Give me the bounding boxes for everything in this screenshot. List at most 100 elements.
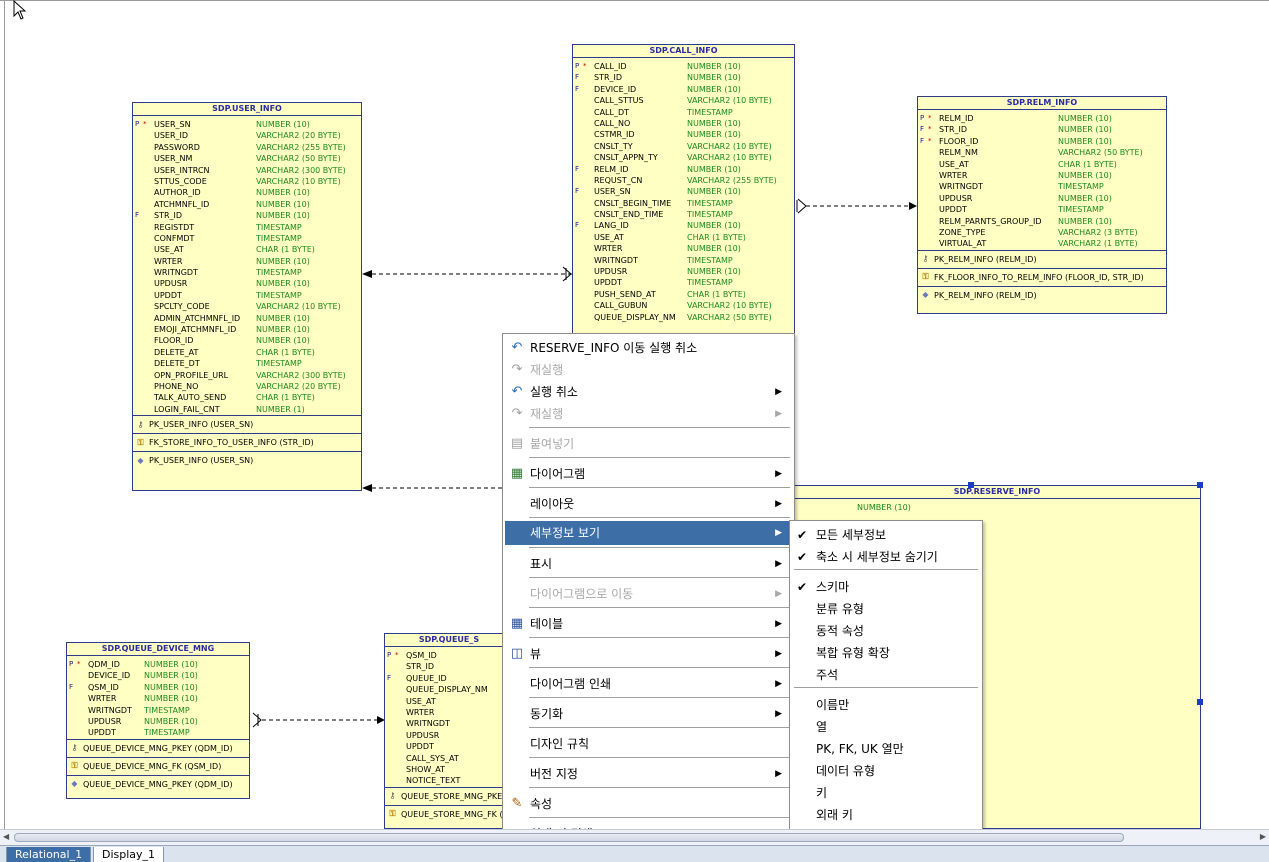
column-row[interactable]: DELETE_DT TIMESTAMP xyxy=(133,358,361,369)
column-row[interactable]: REQUST_CN VARCHAR2 (255 BYTE) xyxy=(573,175,794,186)
column-row[interactable]: WRITNGDT TIMESTAMP xyxy=(918,181,1166,192)
column-row[interactable]: CSTMR_ID NUMBER (10) xyxy=(573,129,794,140)
column-row[interactable]: F USER_SN NUMBER (10) xyxy=(573,186,794,197)
column-row[interactable]: USE_AT CHAR (1 BYTE) xyxy=(133,244,361,255)
menu-item-7[interactable]: 세부정보 보기 ▶ xyxy=(505,521,792,545)
submenu-item-1[interactable]: ✔ 축소 시 세부정보 숨기기 xyxy=(792,546,980,568)
key-row[interactable]: ◆ QUEUE_DEVICE_MNG_PKEY (QDM_ID) xyxy=(67,778,249,791)
menu-item-15[interactable]: 버전 지정 ▶ xyxy=(505,763,792,785)
key-row[interactable]: ⚿ QUEUE_STORE_MNG_FK (Q xyxy=(385,808,513,821)
menu-item-12[interactable]: 다이어그램 인쇄 ▶ xyxy=(505,673,792,695)
column-row[interactable]: P * QDM_ID NUMBER (10) xyxy=(67,659,249,670)
column-row[interactable]: F RELM_ID NUMBER (10) xyxy=(573,164,794,175)
column-row[interactable]: WRTER NUMBER (10) xyxy=(67,693,249,704)
table-user-info[interactable]: SDP.USER_INFO P * USER_SN NUMBER (10) USER_I… xyxy=(132,102,362,491)
column-row[interactable]: WRTER NUMBER (10) xyxy=(133,256,361,267)
column-row[interactable]: F * FLOOR_ID NUMBER (10) xyxy=(918,136,1166,147)
column-row[interactable]: TALK_AUTO_SEND CHAR (1 BYTE) xyxy=(133,392,361,403)
selection-handle-top-right[interactable] xyxy=(1197,482,1203,488)
column-row[interactable]: UPDDT TIMESTAMP xyxy=(133,290,361,301)
column-row[interactable]: UPDDT TIMESTAMP xyxy=(67,727,249,738)
column-row[interactable]: CALL_STTUS VARCHAR2 (10 BYTE) xyxy=(573,95,794,106)
column-row[interactable]: P * CALL_ID NUMBER (10) xyxy=(573,61,794,72)
tab-display-1[interactable]: Display_1 xyxy=(93,847,165,862)
submenu-item-8[interactable]: 열 xyxy=(792,716,980,738)
column-row[interactable]: USER_INTRCN VARCHAR2 (300 BYTE) xyxy=(133,165,361,176)
submenu-item-10[interactable]: 데이터 유형 xyxy=(792,760,980,782)
column-row[interactable]: F DEVICE_ID NUMBER (10) xyxy=(573,84,794,95)
menu-item-14[interactable]: 디자인 규칙 xyxy=(505,733,792,755)
column-row[interactable]: PUSH_SEND_AT CHAR (1 BYTE) xyxy=(573,289,794,300)
column-row[interactable]: CALL_SYS_AT xyxy=(385,753,513,764)
column-row[interactable]: UPDUSR NUMBER (10) xyxy=(133,278,361,289)
menu-item-16[interactable]: ✎ 속성 xyxy=(505,793,792,815)
column-row[interactable]: UPDUSR NUMBER (10) xyxy=(573,266,794,277)
column-row[interactable]: F LANG_ID NUMBER (10) xyxy=(573,220,794,231)
column-row[interactable]: QUEUE_DISPLAY_NM VARCHAR2 (50 BYTE) xyxy=(573,312,794,323)
column-row[interactable]: F STR_ID NUMBER (10) xyxy=(573,72,794,83)
column-row[interactable]: SHOW_AT xyxy=(385,764,513,775)
column-row[interactable]: CNSLT_APPN_TY VARCHAR2 (10 BYTE) xyxy=(573,152,794,163)
column-row[interactable]: UPDUSR NUMBER (10) xyxy=(918,193,1166,204)
table-relm-info[interactable]: SDP.RELM_INFO P * RELM_ID NUMBER (10) F * STR_… xyxy=(917,96,1167,314)
key-row[interactable]: ⚿ FK_FLOOR_INFO_TO_RELM_INFO (FLOOR_ID, S… xyxy=(918,271,1166,284)
column-row[interactable]: OPN_PROFILE_URL VARCHAR2 (300 BYTE) xyxy=(133,370,361,381)
column-row[interactable]: CONFMDT TIMESTAMP xyxy=(133,233,361,244)
column-row[interactable]: VIRTUAL_AT VARCHAR2 (1 BYTE) xyxy=(918,238,1166,249)
menu-item-8[interactable]: 표시 ▶ xyxy=(505,553,792,575)
key-row[interactable]: ⚿ FK_STORE_INFO_TO_USER_INFO (STR_ID) xyxy=(133,436,361,449)
column-row[interactable]: ADMIN_ATCHMNFL_ID NUMBER (10) xyxy=(133,313,361,324)
column-row[interactable]: CALL_DT TIMESTAMP xyxy=(573,107,794,118)
menu-item-11[interactable]: ◫ 뷰 ▶ xyxy=(505,643,792,665)
column-row[interactable]: F QUEUE_ID xyxy=(385,673,513,684)
key-row[interactable]: ⚿ QUEUE_DEVICE_MNG_FK (QSM_ID) xyxy=(67,760,249,773)
column-row[interactable]: SPCLTY_CODE VARCHAR2 (10 BYTE) xyxy=(133,301,361,312)
submenu-item-0[interactable]: ✔ 모든 세부정보 xyxy=(792,524,980,546)
menu-item-2[interactable]: ↶ 실행 취소 ▶ xyxy=(505,381,792,403)
table-queue-device-mng[interactable]: SDP.QUEUE_DEVICE_MNG P * QDM_ID NUMBER (10)… xyxy=(66,642,250,799)
scrollbar-thumb[interactable] xyxy=(14,833,1124,842)
column-row[interactable]: CNSLT_BEGIN_TIME TIMESTAMP xyxy=(573,198,794,209)
scroll-right-icon[interactable]: ▶ xyxy=(1260,832,1266,841)
menu-item-6[interactable]: 레이아웃 ▶ xyxy=(505,493,792,515)
column-row[interactable]: CALL_GUBUN VARCHAR2 (10 BYTE) xyxy=(573,300,794,311)
column-row[interactable]: PASSWORD VARCHAR2 (255 BYTE) xyxy=(133,142,361,153)
column-row[interactable]: NOTICE_TEXT xyxy=(385,775,513,786)
column-row[interactable]: STR_ID xyxy=(385,661,513,672)
column-row[interactable]: WRITNGDT TIMESTAMP xyxy=(573,255,794,266)
column-row[interactable]: F * STR_ID NUMBER (10) xyxy=(918,124,1166,135)
column-row[interactable]: WRITNGDT TIMESTAMP xyxy=(67,705,249,716)
column-row[interactable]: CALL_NO NUMBER (10) xyxy=(573,118,794,129)
key-row[interactable]: ⚷ QUEUE_DEVICE_MNG_PKEY (QDM_ID) xyxy=(67,742,249,755)
menu-item-0[interactable]: ↶ RESERVE_INFO 이동 실행 취소 xyxy=(505,337,792,359)
selection-handle-top-mid[interactable] xyxy=(968,482,974,488)
column-row[interactable]: UPDUSR xyxy=(385,730,513,741)
column-row[interactable]: LOGIN_FAIL_CNT NUMBER (1) xyxy=(133,404,361,415)
column-row[interactable]: DEVICE_ID NUMBER (10) xyxy=(67,670,249,681)
column-row[interactable]: AUTHOR_ID NUMBER (10) xyxy=(133,187,361,198)
menu-item-3[interactable]: ↷ 재실행 ▶ xyxy=(505,403,792,425)
submenu-item-5[interactable]: 복합 유형 확장 xyxy=(792,642,980,664)
column-row[interactable]: UPDDT TIMESTAMP xyxy=(573,277,794,288)
menu-item-5[interactable]: ▦ 다이어그램 ▶ xyxy=(505,463,792,485)
submenu-item-2[interactable]: ✔ 스키마 xyxy=(792,576,980,598)
column-row[interactable]: ZONE_TYPE VARCHAR2 (3 BYTE) xyxy=(918,227,1166,238)
submenu-item-7[interactable]: 이름만 xyxy=(792,694,980,716)
menu-item-1[interactable]: ↷ 재실행 xyxy=(505,359,792,381)
scroll-left-icon[interactable]: ◀ xyxy=(3,832,9,841)
column-row[interactable]: FLOOR_ID NUMBER (10) xyxy=(133,335,361,346)
column-row[interactable]: DELETE_AT CHAR (1 BYTE) xyxy=(133,347,361,358)
submenu-item-12[interactable]: 외래 키 xyxy=(792,804,980,826)
submenu-item-3[interactable]: 분류 유형 xyxy=(792,598,980,620)
key-row[interactable]: ⚷ PK_USER_INFO (USER_SN) xyxy=(133,418,361,431)
key-row[interactable]: ◆ PK_USER_INFO (USER_SN) xyxy=(133,454,361,467)
column-row[interactable]: USE_AT CHAR (1 BYTE) xyxy=(573,232,794,243)
column-row[interactable]: CNSLT_END_TIME TIMESTAMP xyxy=(573,209,794,220)
submenu-item-4[interactable]: 동적 속성 xyxy=(792,620,980,642)
submenu-item-11[interactable]: 키 xyxy=(792,782,980,804)
column-row[interactable]: RELM_PARNTS_GROUP_ID NUMBER (10) xyxy=(918,216,1166,227)
horizontal-scrollbar[interactable]: ◀ ▶ xyxy=(0,829,1269,845)
column-row[interactable]: WRTER xyxy=(385,707,513,718)
column-row[interactable]: STTUS_CODE VARCHAR2 (10 BYTE) xyxy=(133,176,361,187)
column-row[interactable]: UPDDT TIMESTAMP xyxy=(918,204,1166,215)
